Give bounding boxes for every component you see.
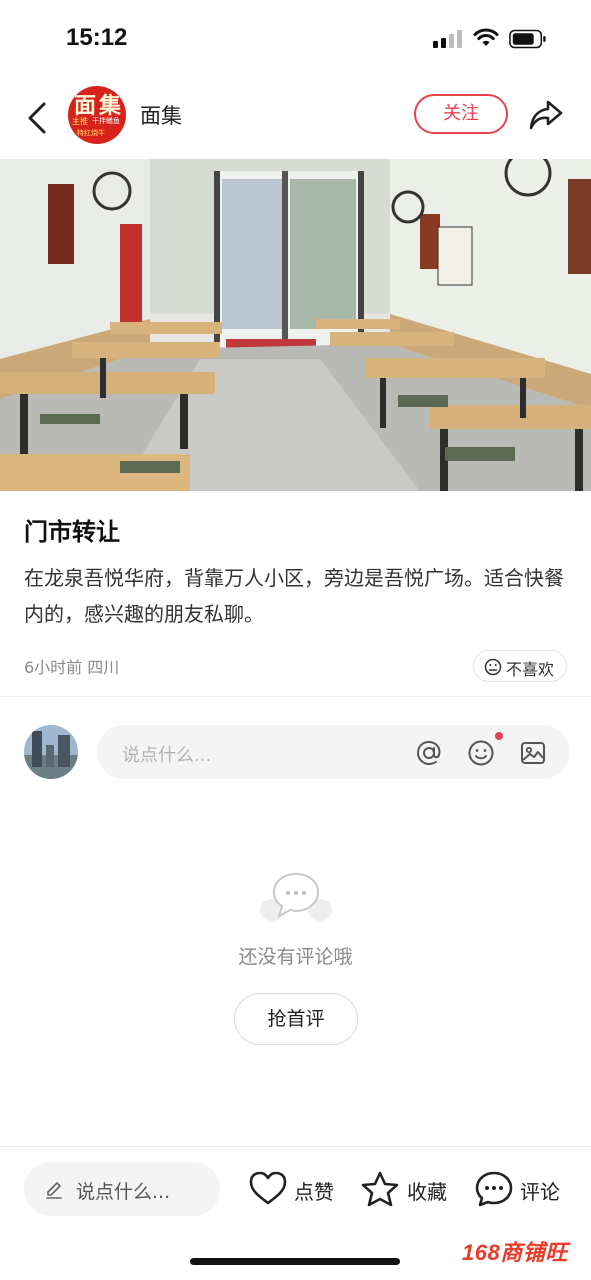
status-bar: 15:12 <box>0 0 591 78</box>
logo-small-2: 干拌鳝鱼 <box>92 117 120 125</box>
status-time: 15:12 <box>66 24 128 51</box>
section-divider <box>0 696 591 697</box>
back-arrow-icon[interactable] <box>22 98 52 138</box>
bottom-comment-placeholder: 说点什么... <box>76 1181 171 1203</box>
dislike-button[interactable]: 不喜欢 <box>473 650 567 682</box>
post-body: 在龙泉吾悦华府，背靠万人小区，旁边是吾悦广场。适合快餐内的，感兴趣的朋友私聊。 <box>24 566 564 626</box>
dislike-label: 不喜欢 <box>506 660 555 679</box>
frown-face-icon <box>484 658 502 676</box>
shop-name[interactable]: 面集 <box>140 100 182 130</box>
notification-dot <box>495 732 503 740</box>
comment-label: 评论 <box>520 1180 560 1204</box>
bottom-comment-input[interactable]: 说点什么... <box>24 1162 220 1216</box>
heart-icon <box>249 1171 287 1205</box>
like-button[interactable]: 点赞 <box>248 1168 340 1208</box>
follow-button[interactable]: 关注 <box>414 94 508 134</box>
shop-avatar-logo[interactable]: 面 集 主推 干拌鳝鱼 特红烧牛 <box>68 86 126 144</box>
post-location: 四川 <box>87 658 120 677</box>
battery-icon <box>509 29 546 49</box>
share-icon[interactable] <box>528 98 564 132</box>
post-photo[interactable] <box>0 159 591 491</box>
nav-header: 面 集 主推 干拌鳝鱼 特红烧牛 面集 关注 <box>0 78 591 158</box>
post-title: 门市转让 <box>24 518 120 546</box>
comment-input[interactable]: 说点什么... <box>97 725 569 779</box>
cellular-signal-icon <box>433 30 463 48</box>
at-mention-icon[interactable] <box>415 739 443 767</box>
first-comment-button[interactable]: 抢首评 <box>234 993 358 1045</box>
star-icon <box>361 1171 399 1207</box>
comment-placeholder: 说点什么... <box>122 745 212 766</box>
user-avatar[interactable] <box>24 725 78 779</box>
post-time: 6小时前 <box>24 658 83 677</box>
collect-button[interactable]: 收藏 <box>360 1168 452 1208</box>
watermark-logo: 168商铺旺 <box>462 1240 568 1265</box>
like-label: 点赞 <box>294 1180 334 1204</box>
comment-bubble-icon <box>475 1171 513 1207</box>
post-meta: 6小时前 四川 <box>24 654 119 678</box>
image-icon[interactable] <box>519 739 547 767</box>
wifi-icon <box>473 28 499 46</box>
logo-small-3: 特红烧牛 <box>77 129 105 137</box>
home-indicator[interactable] <box>190 1258 400 1265</box>
collect-label: 收藏 <box>407 1180 447 1204</box>
bottom-bar-divider <box>0 1146 591 1147</box>
comment-button[interactable]: 评论 <box>474 1168 566 1208</box>
empty-comments-icon <box>260 872 332 921</box>
empty-comments-message: 还没有评论哦 <box>238 946 353 968</box>
logo-small-1: 主推 <box>72 117 88 126</box>
pencil-icon <box>46 1182 62 1199</box>
emoji-icon[interactable] <box>467 739 495 767</box>
